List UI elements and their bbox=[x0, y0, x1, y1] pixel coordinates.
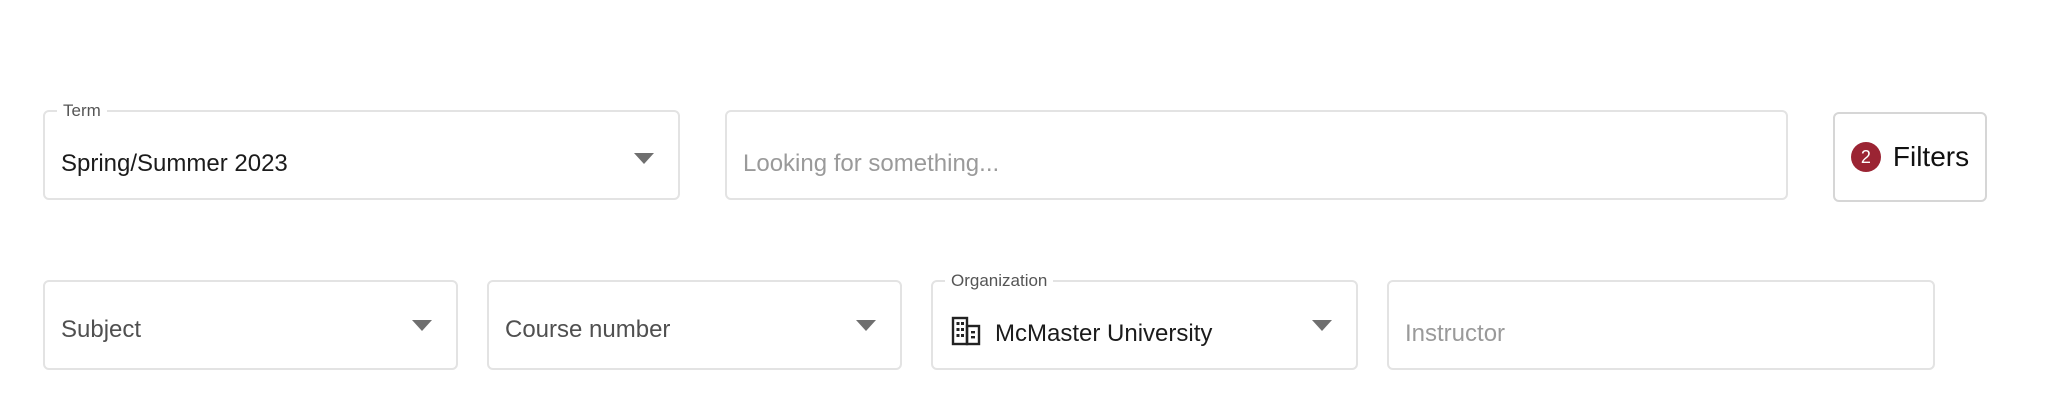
organization-label: Organization bbox=[945, 271, 1054, 291]
filter-count-badge: 2 bbox=[1850, 142, 1881, 172]
search-input[interactable]: Looking for something... bbox=[725, 110, 1788, 200]
term-value: Spring/Summer 2023 bbox=[61, 150, 288, 177]
chevron-down-icon bbox=[412, 320, 432, 331]
term-label: Term bbox=[57, 101, 107, 121]
course-number-placeholder: Course number bbox=[505, 316, 671, 343]
chevron-down-icon bbox=[1312, 320, 1332, 331]
subject-select[interactable]: Subject bbox=[43, 280, 458, 370]
filters-label: Filters bbox=[1892, 141, 1970, 172]
filters-button[interactable]: 2 Filters bbox=[1833, 112, 1987, 202]
term-select[interactable]: Term Spring/Summer 2023 bbox=[43, 101, 680, 200]
organization-value: McMaster University bbox=[995, 320, 1213, 347]
subject-placeholder: Subject bbox=[61, 316, 142, 343]
instructor-input[interactable]: Instructor bbox=[1387, 280, 1935, 370]
chevron-down-icon bbox=[856, 320, 876, 331]
chevron-down-icon bbox=[634, 153, 654, 164]
search-placeholder: Looking for something... bbox=[743, 150, 1000, 177]
instructor-placeholder: Instructor bbox=[1405, 320, 1506, 347]
organization-select[interactable]: Organization McMaster University bbox=[931, 271, 1358, 370]
building-icon bbox=[951, 316, 981, 346]
course-number-select[interactable]: Course number bbox=[487, 280, 902, 370]
